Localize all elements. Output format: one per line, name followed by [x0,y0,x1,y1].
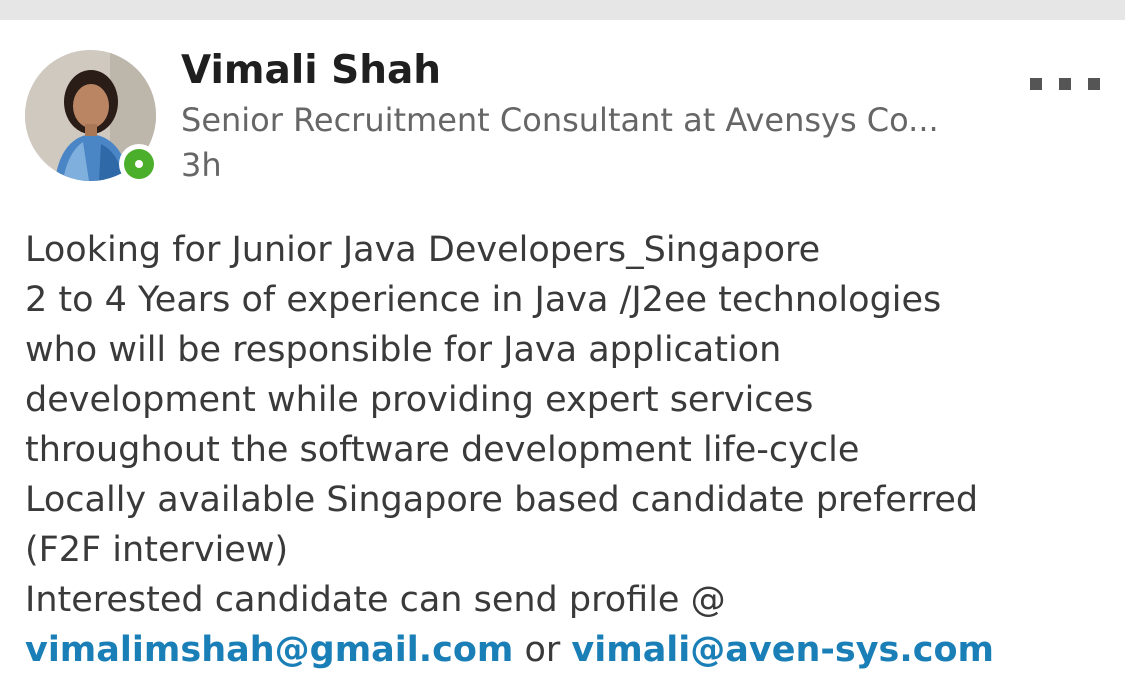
post-line: Interested candidate can send profile @ [25,580,726,620]
post-line: throughout the software development life… [25,430,860,470]
email-link-primary[interactable]: vimalimshah@gmail.com [25,630,513,670]
email-link-secondary[interactable]: vimali@aven-sys.com [571,630,994,670]
post-timestamp: 3h [181,146,222,184]
post-line: Locally available Singapore based candid… [25,480,979,520]
post-line: who will be responsible for Java applica… [25,330,782,370]
post-line: development while providing expert servi… [25,380,814,420]
feed-divider [0,0,1125,20]
author-name[interactable]: Vimali Shah [181,48,441,94]
more-options-icon[interactable] [1030,72,1100,96]
contact-line: vimalimshah@gmail.com or vimali@aven-sys… [25,625,1120,675]
post-body: Looking for Junior Java Developers_Singa… [25,225,1120,675]
author-headline: Senior Recruitment Consultant at Avensys… [181,101,939,139]
contact-separator: or [513,630,572,670]
post-line: 2 to 4 Years of experience in Java /J2ee… [25,280,942,320]
post-line: (F2F interview) [25,530,289,570]
post-card: Vimali Shah Senior Recruitment Consultan… [0,20,1125,687]
post-line: Looking for Junior Java Developers_Singa… [25,230,821,270]
online-status-icon [119,144,159,184]
